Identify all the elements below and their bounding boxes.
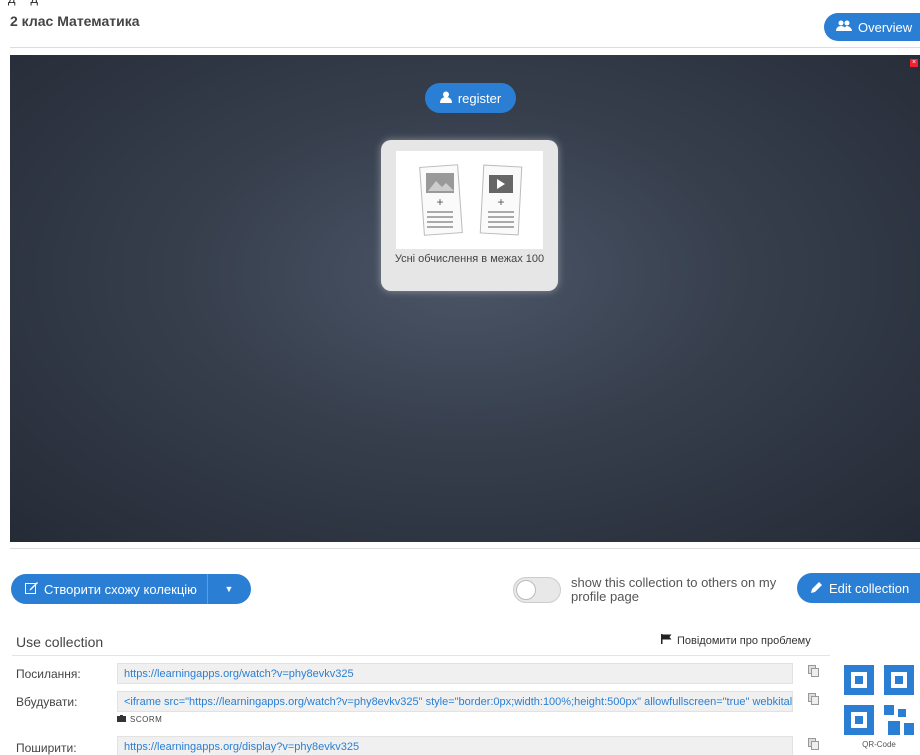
- copy-icon[interactable]: [808, 737, 820, 750]
- qr-code-icon[interactable]: [842, 663, 916, 737]
- embed-field[interactable]: <iframe src="https://learningapps.org/wa…: [117, 691, 793, 712]
- edit-collection-label: Edit collection: [829, 580, 910, 596]
- report-problem-link[interactable]: Повідомити про проблему: [661, 634, 811, 647]
- collection-stage[interactable]: × register + + Усні обчислення в межах 1…: [10, 55, 920, 542]
- page: Д Д 2 клас Математика Overview × registe…: [0, 0, 920, 755]
- scorm-download-link[interactable]: SCORM: [117, 715, 162, 724]
- qr-code-label: QR-Code: [862, 740, 896, 749]
- overview-button[interactable]: Overview: [824, 13, 920, 41]
- create-similar-button[interactable]: Створити схожу колекцію: [11, 574, 208, 604]
- corner-glyphs: Д Д: [8, 0, 44, 6]
- pencil-icon: [811, 581, 823, 596]
- user-icon: [439, 91, 452, 106]
- link-field[interactable]: https://learningapps.org/watch?v=phy8evk…: [117, 663, 793, 684]
- svg-text:+: +: [497, 195, 504, 209]
- create-similar-button-group[interactable]: Створити схожу колекцію ▼: [11, 574, 251, 604]
- create-similar-label: Створити схожу колекцію: [44, 581, 197, 597]
- divider: [10, 47, 920, 48]
- app-card[interactable]: + + Усні обчислення в межах 100: [381, 140, 558, 291]
- edit-collection-button[interactable]: Edit collection: [797, 573, 920, 603]
- close-icon[interactable]: ×: [910, 59, 918, 67]
- toggle-label: show this collection to others on my pro…: [571, 575, 777, 604]
- package-icon: [117, 715, 126, 724]
- divider: [12, 655, 830, 656]
- share-label: Поширити:: [16, 741, 77, 755]
- edit-square-icon: [25, 581, 38, 597]
- flag-icon: [661, 634, 672, 647]
- users-icon: [836, 20, 852, 35]
- use-collection-heading: Use collection: [16, 634, 104, 650]
- svg-text:+: +: [436, 195, 443, 209]
- copy-icon[interactable]: [808, 664, 820, 677]
- app-card-title: Усні обчислення в межах 100: [394, 253, 545, 265]
- video-page-icon: +: [479, 164, 523, 236]
- toggle-knob: [516, 580, 536, 600]
- register-button[interactable]: register: [425, 83, 516, 113]
- embed-label: Вбудувати:: [16, 695, 78, 709]
- overview-label: Overview: [858, 19, 913, 35]
- divider: [10, 548, 920, 549]
- register-label: register: [457, 90, 502, 106]
- image-page-icon: +: [419, 164, 463, 236]
- share-field[interactable]: https://learningapps.org/display?v=phy8e…: [117, 736, 793, 755]
- report-problem-label: Повідомити про проблему: [677, 634, 811, 647]
- link-label: Посилання:: [16, 667, 81, 681]
- scorm-label: SCORM: [130, 715, 163, 724]
- caret-down-icon[interactable]: ▼: [214, 584, 244, 594]
- app-thumbnail: + +: [396, 151, 543, 249]
- page-title: 2 клас Математика: [10, 13, 140, 29]
- profile-visibility-toggle[interactable]: [513, 577, 561, 603]
- copy-icon[interactable]: [808, 692, 820, 705]
